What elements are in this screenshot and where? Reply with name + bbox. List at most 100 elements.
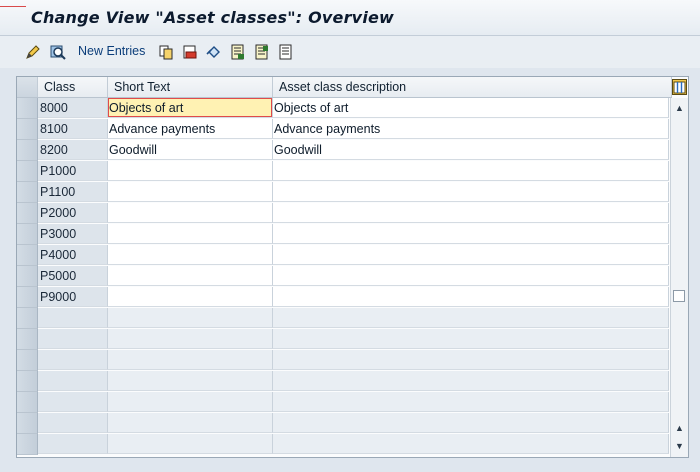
cell-class [38, 392, 108, 412]
row-selector[interactable] [17, 182, 38, 203]
row-selector[interactable] [17, 371, 38, 392]
cell-short-text[interactable] [108, 287, 273, 307]
row-selector[interactable] [17, 245, 38, 266]
cell-asset-class-description [273, 350, 669, 370]
table-row[interactable] [17, 392, 669, 413]
cell-asset-class-description [273, 329, 669, 349]
table-row[interactable]: P3000 [17, 224, 669, 245]
table-row[interactable] [17, 350, 669, 371]
cell-class: 8200 [38, 140, 108, 160]
edit-icon[interactable] [24, 43, 42, 61]
select-all-rows-corner[interactable] [17, 77, 38, 97]
column-header-class[interactable]: Class [38, 77, 108, 97]
row-selector[interactable] [17, 161, 38, 182]
table-row[interactable]: 8100 Advance payments Advance payments [17, 119, 669, 140]
vertical-scrollbar[interactable]: ▲ ▲ ▼ [670, 98, 688, 457]
scroll-page-down-icon[interactable]: ▲ [671, 420, 688, 436]
deselect-all-icon[interactable] [277, 43, 295, 61]
select-all-icon[interactable] [229, 43, 247, 61]
table-row[interactable]: 8200 Goodwill Goodwill [17, 140, 669, 161]
table-row[interactable]: P2000 [17, 203, 669, 224]
cell-class [38, 308, 108, 328]
scroll-down-icon[interactable]: ▼ [671, 438, 688, 454]
cell-class: 8100 [38, 119, 108, 139]
column-header-short-text[interactable]: Short Text [108, 77, 273, 97]
table-row[interactable]: P4000 [17, 245, 669, 266]
delete-icon[interactable] [181, 43, 199, 61]
cell-asset-class-description[interactable] [273, 245, 669, 265]
cell-asset-class-description[interactable]: Objects of art [273, 98, 669, 118]
cell-short-text [108, 434, 273, 454]
row-selector[interactable] [17, 266, 38, 287]
table-row[interactable] [17, 371, 669, 392]
cell-asset-class-description[interactable] [273, 182, 669, 202]
cell-short-text [108, 350, 273, 370]
title-bar: Change View "Asset classes": Overview [0, 0, 700, 36]
cell-short-text[interactable] [108, 266, 273, 286]
cell-asset-class-description[interactable] [273, 203, 669, 223]
cell-short-text[interactable] [108, 182, 273, 202]
cell-class [38, 350, 108, 370]
table-row[interactable] [17, 308, 669, 329]
cell-asset-class-description [273, 392, 669, 412]
cell-asset-class-description[interactable] [273, 287, 669, 307]
cell-short-text [108, 329, 273, 349]
row-selector[interactable] [17, 203, 38, 224]
row-selector[interactable] [17, 119, 38, 140]
new-entries-button[interactable]: New Entries [78, 44, 145, 58]
cell-short-text[interactable]: Advance payments [108, 119, 273, 139]
table-row[interactable] [17, 413, 669, 434]
row-selector[interactable] [17, 140, 38, 161]
table-row[interactable]: 8000 Objects of art Objects of art [17, 98, 669, 119]
cell-class [38, 434, 108, 454]
cell-class [38, 329, 108, 349]
row-selector[interactable] [17, 434, 38, 455]
cell-short-text[interactable] [108, 203, 273, 223]
select-block-icon[interactable] [253, 43, 271, 61]
row-selector[interactable] [17, 392, 38, 413]
cell-asset-class-description[interactable] [273, 224, 669, 244]
cell-asset-class-description[interactable]: Goodwill [273, 140, 669, 160]
cell-asset-class-description [273, 434, 669, 454]
cell-asset-class-description [273, 413, 669, 433]
row-selector[interactable] [17, 329, 38, 350]
cell-class: P9000 [38, 287, 108, 307]
cell-short-text[interactable] [108, 161, 273, 181]
scroll-thumb[interactable] [673, 290, 685, 302]
table-row[interactable]: P9000 [17, 287, 669, 308]
page-title: Change View "Asset classes": Overview [31, 8, 395, 27]
cell-asset-class-description[interactable] [273, 266, 669, 286]
row-selector[interactable] [17, 224, 38, 245]
cell-class [38, 413, 108, 433]
cell-class: P1100 [38, 182, 108, 202]
cell-class: P1000 [38, 161, 108, 181]
scroll-up-icon[interactable]: ▲ [671, 100, 688, 116]
cell-class: P5000 [38, 266, 108, 286]
table-row[interactable]: P1100 [17, 182, 669, 203]
row-selector[interactable] [17, 350, 38, 371]
cell-short-text[interactable]: Objects of art [108, 98, 273, 118]
cell-short-text[interactable] [108, 245, 273, 265]
row-selector[interactable] [17, 98, 38, 119]
copy-icon[interactable] [157, 43, 175, 61]
row-selector[interactable] [17, 287, 38, 308]
display-icon[interactable] [49, 43, 67, 61]
row-selector[interactable] [17, 413, 38, 434]
cell-short-text[interactable] [108, 224, 273, 244]
table-header: Class Short Text Asset class description [17, 77, 672, 98]
table-row[interactable] [17, 434, 669, 455]
table-row[interactable]: P5000 [17, 266, 669, 287]
status-strip [0, 460, 700, 472]
cell-class: 8000 [38, 98, 108, 118]
cell-short-text[interactable]: Goodwill [108, 140, 273, 160]
cell-asset-class-description[interactable]: Advance payments [273, 119, 669, 139]
column-header-asset-class-description[interactable]: Asset class description [273, 77, 672, 97]
table-row[interactable]: P1000 [17, 161, 669, 182]
cell-short-text [108, 371, 273, 391]
cell-asset-class-description[interactable] [273, 161, 669, 181]
row-selector[interactable] [17, 308, 38, 329]
asset-classes-table: Class Short Text Asset class description… [16, 76, 689, 458]
table-settings-icon[interactable] [672, 79, 687, 95]
undo-icon[interactable] [205, 43, 223, 61]
table-row[interactable] [17, 329, 669, 350]
